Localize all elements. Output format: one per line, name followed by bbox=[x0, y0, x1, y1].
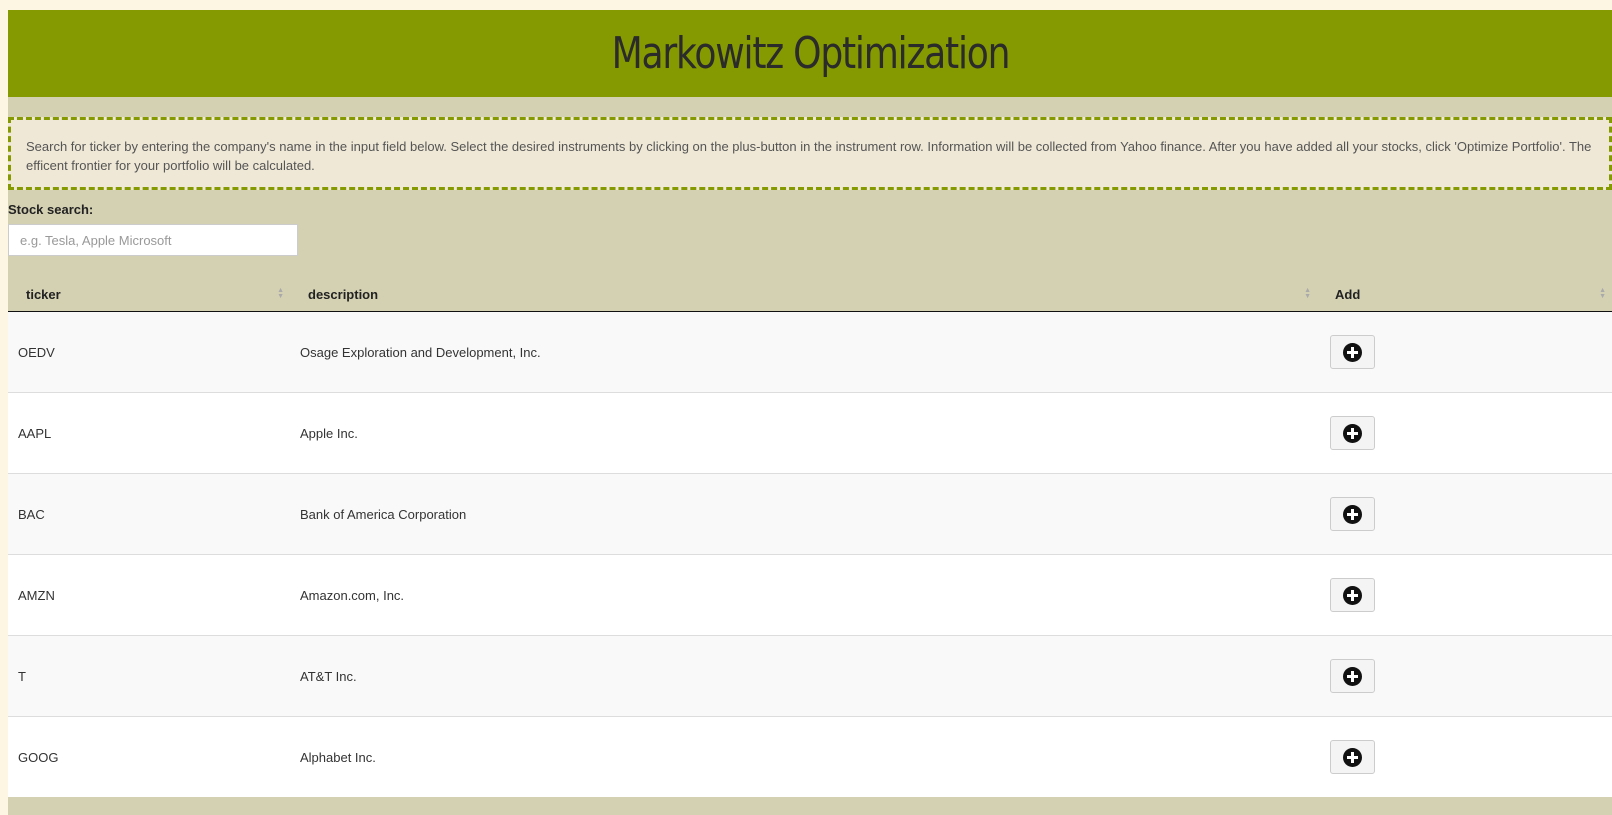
table-row: GOOG Alphabet Inc. bbox=[8, 716, 1612, 797]
header-bar: Markowitz Optimization bbox=[8, 10, 1612, 97]
add-cell bbox=[1317, 473, 1612, 555]
column-header-description[interactable]: description ▲ ▼ bbox=[290, 277, 1317, 312]
stock-search-input[interactable] bbox=[8, 224, 298, 256]
add-instrument-button[interactable] bbox=[1330, 497, 1375, 531]
plus-circle-icon bbox=[1343, 423, 1362, 443]
table-row: AAPL Apple Inc. bbox=[8, 392, 1612, 474]
add-instrument-button[interactable] bbox=[1330, 578, 1375, 612]
instructions-box: Search for ticker by entering the compan… bbox=[8, 117, 1612, 190]
table-row: AMZN Amazon.com, Inc. bbox=[8, 554, 1612, 636]
plus-circle-icon bbox=[1343, 666, 1362, 686]
ticker-cell: AAPL bbox=[8, 392, 290, 474]
ticker-cell: OEDV bbox=[8, 311, 290, 393]
description-cell: Amazon.com, Inc. bbox=[290, 554, 1317, 636]
ticker-cell: BAC bbox=[8, 473, 290, 555]
table-row: BAC Bank of America Corporation bbox=[8, 473, 1612, 555]
column-header-ticker[interactable]: ticker ▲ ▼ bbox=[8, 277, 290, 312]
description-cell: Apple Inc. bbox=[290, 392, 1317, 474]
add-instrument-button[interactable] bbox=[1330, 740, 1375, 774]
add-instrument-button[interactable] bbox=[1330, 335, 1375, 369]
instrument-table: ticker ▲ ▼ description ▲ ▼ Add ▲ ▼ OEDV Osa… bbox=[8, 277, 1612, 797]
plus-circle-icon bbox=[1343, 585, 1362, 605]
stock-search-label: Stock search: bbox=[8, 202, 94, 217]
add-cell bbox=[1317, 635, 1612, 717]
instructions-text: Search for ticker by entering the compan… bbox=[26, 139, 1592, 173]
sort-icon: ▲ ▼ bbox=[1599, 287, 1606, 300]
description-cell: AT&T Inc. bbox=[290, 635, 1317, 717]
add-cell bbox=[1317, 716, 1612, 797]
description-cell: Bank of America Corporation bbox=[290, 473, 1317, 555]
description-cell: Osage Exploration and Development, Inc. bbox=[290, 311, 1317, 393]
description-cell: Alphabet Inc. bbox=[290, 716, 1317, 797]
page-title: Markowitz Optimization bbox=[611, 28, 1010, 79]
ticker-cell: T bbox=[8, 635, 290, 717]
ticker-cell: GOOG bbox=[8, 716, 290, 797]
sort-icon: ▲ ▼ bbox=[277, 287, 284, 300]
table-row: T AT&T Inc. bbox=[8, 635, 1612, 717]
add-cell bbox=[1317, 311, 1612, 393]
plus-circle-icon bbox=[1343, 342, 1362, 362]
app-container: Markowitz Optimization Search for ticker… bbox=[8, 10, 1612, 815]
sort-icon: ▲ ▼ bbox=[1304, 287, 1311, 300]
table-row: OEDV Osage Exploration and Development, … bbox=[8, 311, 1612, 393]
column-header-add[interactable]: Add ▲ ▼ bbox=[1317, 277, 1612, 312]
plus-circle-icon bbox=[1343, 747, 1362, 767]
add-instrument-button[interactable] bbox=[1330, 659, 1375, 693]
plus-circle-icon bbox=[1343, 504, 1362, 524]
table-header-row: ticker ▲ ▼ description ▲ ▼ Add ▲ ▼ bbox=[8, 277, 1612, 312]
ticker-cell: AMZN bbox=[8, 554, 290, 636]
add-instrument-button[interactable] bbox=[1330, 416, 1375, 450]
add-cell bbox=[1317, 392, 1612, 474]
add-cell bbox=[1317, 554, 1612, 636]
